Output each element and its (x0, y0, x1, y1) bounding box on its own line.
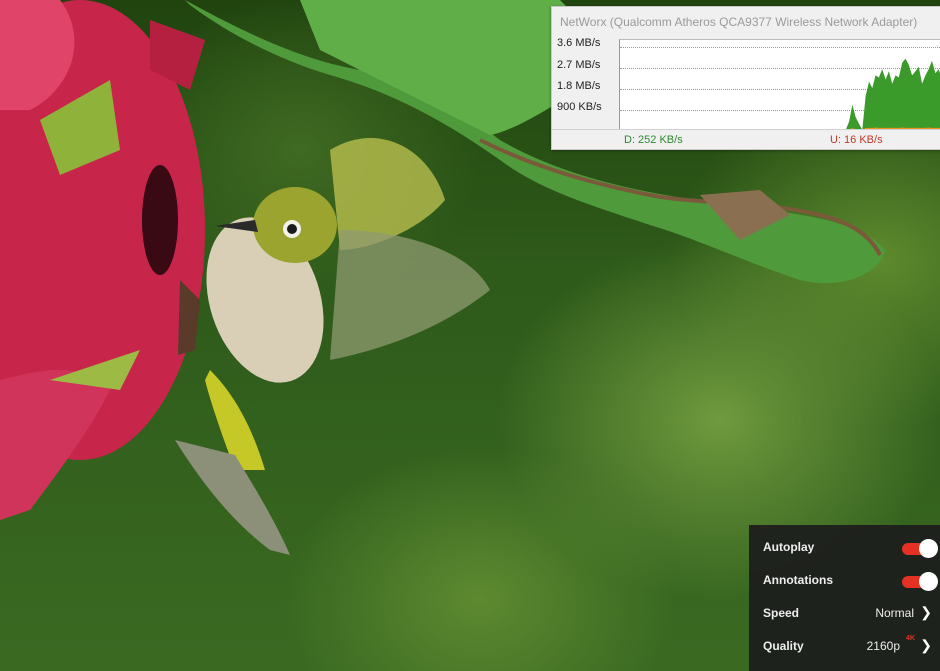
y-tick-label: 2.7 MB/s (557, 59, 601, 71)
traffic-chart (620, 58, 940, 130)
quality-label: Quality (763, 639, 804, 653)
series-area-D (620, 58, 940, 130)
autoplay-label: Autoplay (763, 540, 815, 554)
toggle-knob (919, 539, 938, 558)
chevron-right-icon: ❯ (920, 637, 932, 653)
networx-title: NetWorx (Qualcomm Atheros QCA9377 Wirele… (560, 15, 918, 29)
menu-item-autoplay[interactable]: Autoplay (749, 531, 940, 564)
menu-item-annotations[interactable]: Annotations (749, 564, 940, 597)
networx-graph (619, 39, 940, 130)
annotations-toggle[interactable] (902, 572, 938, 591)
autoplay-toggle[interactable] (902, 539, 938, 558)
menu-item-speed[interactable]: Speed Normal ❯ (749, 597, 940, 630)
download-speed: D: 252 KB/s (624, 134, 683, 146)
quality-4k-badge: 4K (906, 635, 915, 642)
y-tick-label: 900 KB/s (557, 101, 602, 113)
video-settings-menu: Autoplay Annotations Speed Normal ❯ Qual… (749, 525, 940, 671)
speed-value: Normal (875, 606, 914, 620)
networx-status-bar: D: 252 KB/s U: 16 KB/s (552, 129, 940, 150)
menu-item-quality[interactable]: Quality 2160p 4K ❯ (749, 630, 940, 663)
speed-label: Speed (763, 606, 800, 620)
y-tick-label: 3.6 MB/s (557, 37, 601, 49)
toggle-knob (919, 572, 938, 591)
y-tick-label: 1.8 MB/s (557, 80, 601, 92)
quality-value: 2160p (866, 639, 900, 653)
upload-speed: U: 16 KB/s (830, 134, 883, 146)
annotations-label: Annotations (763, 573, 833, 587)
networx-window[interactable]: NetWorx (Qualcomm Atheros QCA9377 Wirele… (551, 6, 940, 150)
chevron-right-icon: ❯ (920, 604, 932, 620)
